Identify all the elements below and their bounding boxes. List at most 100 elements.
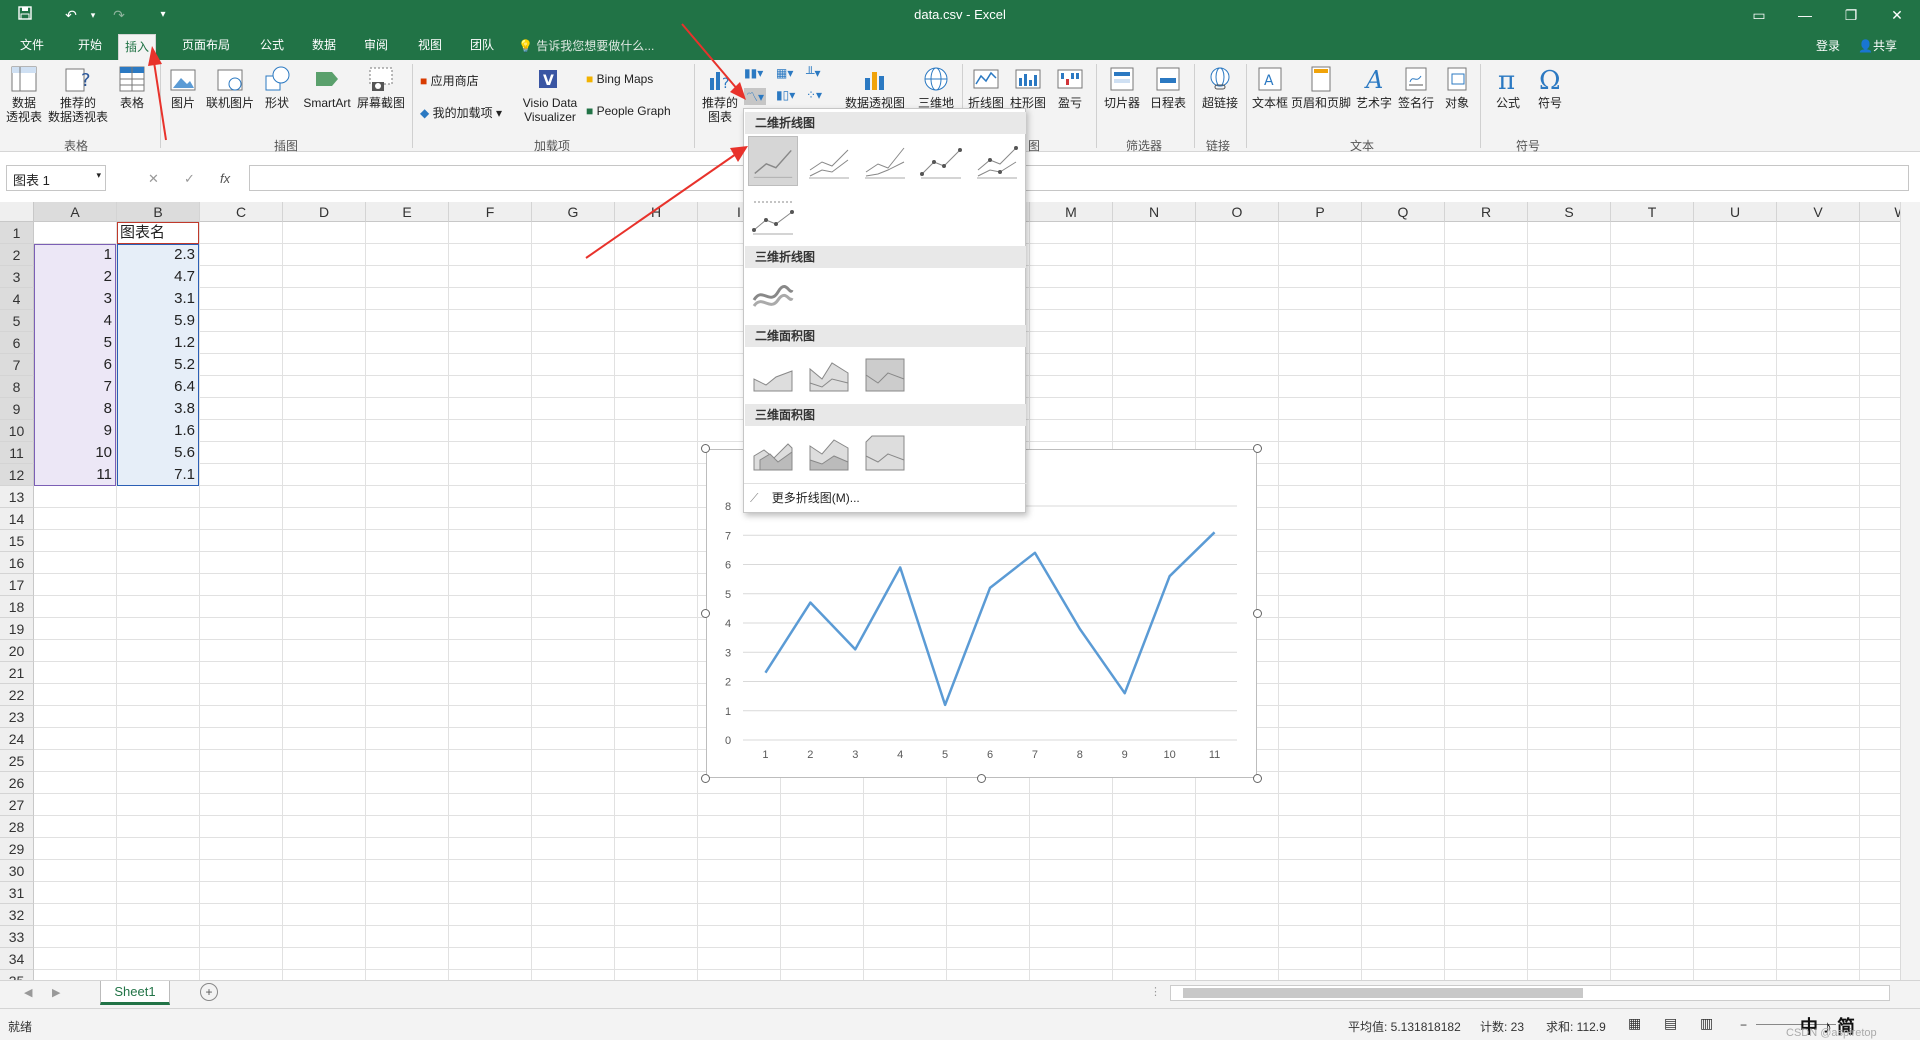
3d-stacked-area-option-icon[interactable] bbox=[804, 428, 854, 478]
cell-a[interactable]: 8 bbox=[34, 398, 115, 420]
slicer-button[interactable]: 切片器 bbox=[1100, 64, 1144, 110]
column-header[interactable]: D bbox=[283, 202, 366, 222]
wordart-button[interactable]: A 艺术字 bbox=[1354, 64, 1394, 110]
cell-b[interactable]: 5.2 bbox=[117, 354, 198, 376]
sparkline-winloss-button[interactable]: 盈亏 bbox=[1050, 64, 1090, 110]
cell-a[interactable]: 1 bbox=[34, 244, 115, 266]
next-sheet-icon[interactable]: ▶ bbox=[52, 986, 60, 999]
tab-formulas[interactable]: 公式 bbox=[254, 30, 290, 60]
row-header[interactable]: 14 bbox=[0, 508, 34, 530]
100-stacked-line-markers-option-icon[interactable] bbox=[748, 192, 798, 242]
scroll-thumb[interactable] bbox=[1183, 988, 1583, 998]
cell-a[interactable]: 11 bbox=[34, 464, 115, 486]
page-layout-view-icon[interactable]: ▤ bbox=[1664, 1015, 1677, 1032]
row-header[interactable]: 12 bbox=[0, 464, 34, 486]
share-button[interactable]: 👤共享 bbox=[1858, 37, 1897, 54]
row-header[interactable]: 8 bbox=[0, 376, 34, 398]
row-header[interactable]: 17 bbox=[0, 574, 34, 596]
insert-function-icon[interactable]: fx bbox=[220, 171, 230, 186]
column-header[interactable]: A bbox=[34, 202, 117, 222]
stacked-line-option-icon[interactable] bbox=[804, 136, 854, 186]
hyperlink-button[interactable]: 超链接 bbox=[1198, 64, 1242, 110]
symbol-button[interactable]: Ω 符号 bbox=[1530, 64, 1570, 110]
row-header[interactable]: 26 bbox=[0, 772, 34, 794]
stacked-line-markers-option-icon[interactable] bbox=[972, 136, 1022, 186]
zoom-out-icon[interactable]: − bbox=[1740, 1018, 1747, 1032]
column-header[interactable]: U bbox=[1694, 202, 1777, 222]
row-header[interactable]: 24 bbox=[0, 728, 34, 750]
textbox-button[interactable]: A 文本框 bbox=[1250, 64, 1290, 110]
cell-b[interactable]: 4.7 bbox=[117, 266, 198, 288]
table-button[interactable]: 表格 bbox=[112, 64, 152, 110]
column-header[interactable]: P bbox=[1279, 202, 1362, 222]
pivot-table-button[interactable]: 数据 透视表 bbox=[4, 64, 44, 124]
normal-view-icon[interactable]: ▦ bbox=[1628, 1015, 1641, 1032]
column-header[interactable]: F bbox=[449, 202, 532, 222]
3d-100-stacked-area-option-icon[interactable] bbox=[860, 428, 910, 478]
100-stacked-area-option-icon[interactable] bbox=[860, 349, 910, 399]
100-stacked-line-option-icon[interactable] bbox=[860, 136, 910, 186]
recommended-charts-button[interactable]: ? 推荐的 图表 bbox=[698, 64, 742, 124]
column-header[interactable]: B bbox=[117, 202, 200, 222]
row-header[interactable]: 35 bbox=[0, 970, 34, 980]
column-header[interactable]: R bbox=[1445, 202, 1528, 222]
cell-b[interactable]: 2.3 bbox=[117, 244, 198, 266]
resize-handle[interactable] bbox=[977, 774, 986, 783]
name-box[interactable]: 图表 1 ▾ bbox=[6, 165, 106, 191]
formula-input[interactable] bbox=[249, 165, 1909, 191]
row-header[interactable]: 13 bbox=[0, 486, 34, 508]
column-header[interactable]: G bbox=[532, 202, 615, 222]
column-header[interactable]: H bbox=[615, 202, 698, 222]
close-button[interactable]: ✕ bbox=[1874, 0, 1920, 30]
cell-a[interactable]: 9 bbox=[34, 420, 115, 442]
cell-a[interactable]: 6 bbox=[34, 354, 115, 376]
row-header[interactable]: 4 bbox=[0, 288, 34, 310]
column-header[interactable]: Q bbox=[1362, 202, 1445, 222]
enter-icon[interactable]: ✓ bbox=[184, 171, 195, 187]
resize-handle[interactable] bbox=[1253, 609, 1262, 618]
cell-b[interactable]: 3.1 bbox=[117, 288, 198, 310]
cell-b[interactable]: 7.1 bbox=[117, 464, 198, 486]
maximize-button[interactable]: ❐ bbox=[1828, 0, 1874, 30]
row-header[interactable]: 10 bbox=[0, 420, 34, 442]
smartart-button[interactable]: SmartArt bbox=[298, 64, 356, 110]
timeline-button[interactable]: 日程表 bbox=[1146, 64, 1190, 110]
row-header[interactable]: 34 bbox=[0, 948, 34, 970]
3d-line-option-icon[interactable] bbox=[748, 270, 798, 320]
tab-page-layout[interactable]: 页面布局 bbox=[176, 30, 236, 60]
tab-home[interactable]: 开始 bbox=[72, 30, 108, 60]
tab-data[interactable]: 数据 bbox=[306, 30, 342, 60]
row-header[interactable]: 31 bbox=[0, 882, 34, 904]
header-footer-button[interactable]: 页眉和页脚 bbox=[1290, 64, 1352, 110]
row-header[interactable]: 22 bbox=[0, 684, 34, 706]
more-line-charts-item[interactable]: ⟋ 更多折线图(M)... bbox=[750, 489, 860, 506]
row-header[interactable]: 25 bbox=[0, 750, 34, 772]
tab-split-handle[interactable]: ⋮ bbox=[1150, 985, 1161, 998]
tab-team[interactable]: 团队 bbox=[464, 30, 500, 60]
tab-view[interactable]: 视图 bbox=[412, 30, 448, 60]
column-header[interactable]: W bbox=[1860, 202, 1900, 222]
equation-button[interactable]: π 公式 bbox=[1488, 64, 1528, 110]
row-header[interactable]: 20 bbox=[0, 640, 34, 662]
cell-a[interactable]: 2 bbox=[34, 266, 115, 288]
store-button[interactable]: ■ 应用商店 bbox=[420, 72, 479, 89]
resize-handle[interactable] bbox=[1253, 444, 1262, 453]
column-header[interactable]: S bbox=[1528, 202, 1611, 222]
area-option-icon[interactable] bbox=[748, 349, 798, 399]
column-header[interactable]: E bbox=[366, 202, 449, 222]
cell-a[interactable]: 5 bbox=[34, 332, 115, 354]
cell-b[interactable]: 1.2 bbox=[117, 332, 198, 354]
cell-b[interactable]: 5.9 bbox=[117, 310, 198, 332]
column-chart-button[interactable]: ▮▮▾ bbox=[744, 66, 763, 80]
shapes-button[interactable]: 形状 bbox=[258, 64, 296, 110]
picture-button[interactable]: 图片 bbox=[164, 64, 202, 110]
column-header[interactable]: C bbox=[200, 202, 283, 222]
row-header[interactable]: 27 bbox=[0, 794, 34, 816]
my-addins-button[interactable]: ◆ 我的加载项 ▾ bbox=[420, 104, 502, 121]
row-header[interactable]: 21 bbox=[0, 662, 34, 684]
online-picture-button[interactable]: 联机图片 bbox=[204, 64, 256, 110]
column-header[interactable]: V bbox=[1777, 202, 1860, 222]
tab-file[interactable]: 文件 bbox=[14, 30, 50, 60]
line-markers-option-icon[interactable] bbox=[916, 136, 966, 186]
cell-b[interactable]: 6.4 bbox=[117, 376, 198, 398]
